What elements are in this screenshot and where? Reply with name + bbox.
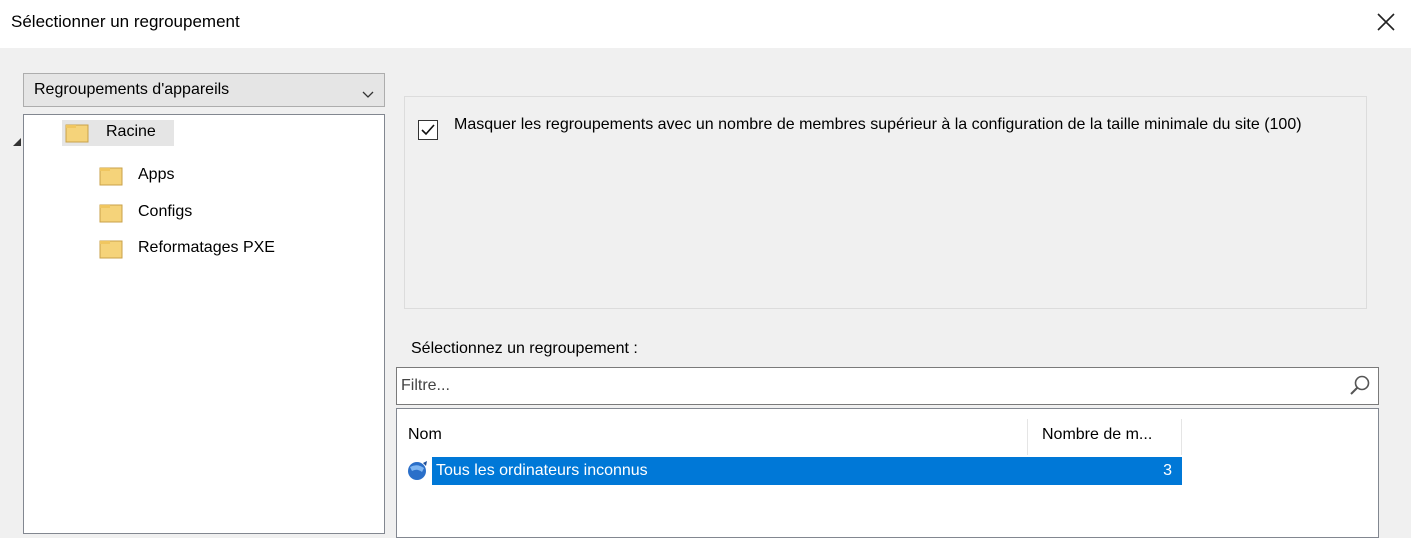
dropdown-value: Regroupements d'appareils [34,81,230,98]
search-icon[interactable] [1348,374,1372,403]
column-header-members[interactable]: Nombre de m... [1042,426,1152,444]
column-header-name[interactable]: Nom [408,426,442,444]
dialog-title: Sélectionner un regroupement [11,12,240,31]
tree-item-label: Configs [138,203,193,220]
column-divider[interactable] [1027,419,1028,455]
close-icon[interactable] [1372,8,1400,36]
collection-icon [405,459,429,488]
tree-item-root[interactable]: Racine [62,120,174,146]
folder-icon [65,123,89,143]
dialog-titlebar: Sélectionner un regroupement [0,0,1411,48]
table-row[interactable]: Tous les ordinateurs inconnus 3 [432,457,1182,485]
folder-icon [99,239,123,259]
collection-list[interactable]: Nom Nombre de m... Tous les ordinateurs … [396,408,1379,538]
tree-item-apps[interactable]: Apps [98,163,218,189]
tree-item-label: Racine [106,123,156,140]
collection-type-dropdown[interactable]: Regroupements d'appareils [23,73,385,107]
folder-icon [99,166,123,186]
row-name: Tous les ordinateurs inconnus [436,462,648,479]
tree-item-label: Reformatages PXE [138,239,275,256]
tree-item-configs[interactable]: Configs [98,200,238,226]
tree-item-label: Apps [138,166,175,183]
folder-icon [99,203,123,223]
filter-input[interactable] [401,374,1331,398]
expand-arrow-icon[interactable] [12,134,22,152]
hide-large-checkbox[interactable] [418,120,438,140]
tree-item-reformatages[interactable]: Reformatages PXE [98,236,328,262]
hide-large-label: Masquer les regroupements avec un nombre… [454,116,1302,133]
row-count: 3 [1163,462,1172,479]
filter-box [396,367,1379,405]
select-collection-label: Sélectionnez un regroupement : [411,340,638,357]
column-divider[interactable] [1181,419,1182,455]
chevron-down-icon [362,86,374,104]
